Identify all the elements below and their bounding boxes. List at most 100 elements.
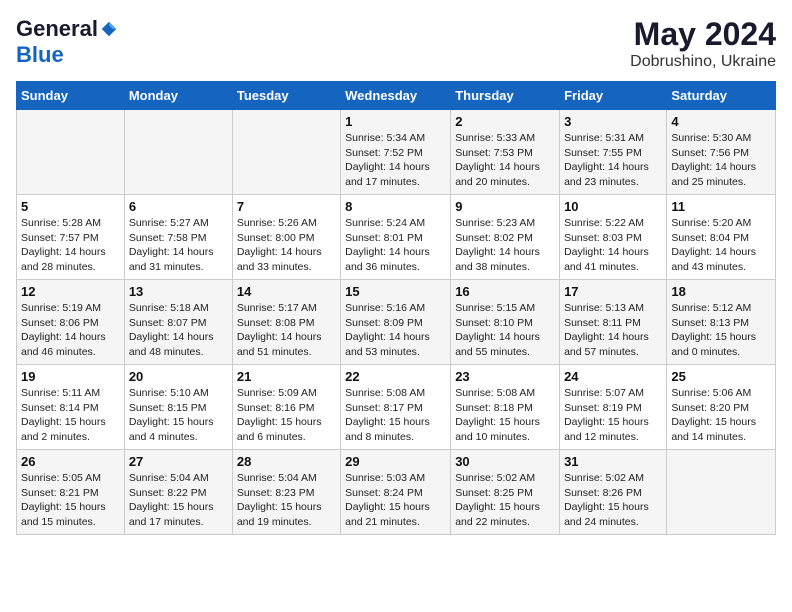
day-detail: Sunrise: 5:18 AM Sunset: 8:07 PM Dayligh… xyxy=(129,301,228,360)
day-detail: Sunrise: 5:20 AM Sunset: 8:04 PM Dayligh… xyxy=(671,216,771,275)
day-number: 29 xyxy=(345,454,446,469)
calendar-cell xyxy=(17,110,125,195)
calendar-cell: 10 Sunrise: 5:22 AM Sunset: 8:03 PM Dayl… xyxy=(560,195,667,280)
day-number: 11 xyxy=(671,199,771,214)
day-number: 25 xyxy=(671,369,771,384)
calendar-cell: 4 Sunrise: 5:30 AM Sunset: 7:56 PM Dayli… xyxy=(667,110,776,195)
day-detail: Sunrise: 5:30 AM Sunset: 7:56 PM Dayligh… xyxy=(671,131,771,190)
calendar-cell: 26 Sunrise: 5:05 AM Sunset: 8:21 PM Dayl… xyxy=(17,450,125,535)
day-detail: Sunrise: 5:02 AM Sunset: 8:26 PM Dayligh… xyxy=(564,471,662,530)
day-detail: Sunrise: 5:19 AM Sunset: 8:06 PM Dayligh… xyxy=(21,301,120,360)
day-number: 24 xyxy=(564,369,662,384)
day-detail: Sunrise: 5:08 AM Sunset: 8:18 PM Dayligh… xyxy=(455,386,555,445)
logo-blue: Blue xyxy=(16,42,118,68)
calendar-header-row: SundayMondayTuesdayWednesdayThursdayFrid… xyxy=(17,82,776,110)
day-detail: Sunrise: 5:11 AM Sunset: 8:14 PM Dayligh… xyxy=(21,386,120,445)
logo-icon xyxy=(100,20,118,38)
calendar-cell: 29 Sunrise: 5:03 AM Sunset: 8:24 PM Dayl… xyxy=(341,450,451,535)
day-number: 4 xyxy=(671,114,771,129)
calendar-cell xyxy=(124,110,232,195)
calendar-cell: 22 Sunrise: 5:08 AM Sunset: 8:17 PM Dayl… xyxy=(341,365,451,450)
day-number: 26 xyxy=(21,454,120,469)
calendar-cell: 1 Sunrise: 5:34 AM Sunset: 7:52 PM Dayli… xyxy=(341,110,451,195)
day-detail: Sunrise: 5:13 AM Sunset: 8:11 PM Dayligh… xyxy=(564,301,662,360)
calendar-cell: 17 Sunrise: 5:13 AM Sunset: 8:11 PM Dayl… xyxy=(560,280,667,365)
title-block: May 2024 Dobrushino, Ukraine xyxy=(630,16,776,71)
calendar-cell: 25 Sunrise: 5:06 AM Sunset: 8:20 PM Dayl… xyxy=(667,365,776,450)
day-detail: Sunrise: 5:27 AM Sunset: 7:58 PM Dayligh… xyxy=(129,216,228,275)
calendar-cell: 13 Sunrise: 5:18 AM Sunset: 8:07 PM Dayl… xyxy=(124,280,232,365)
day-detail: Sunrise: 5:10 AM Sunset: 8:15 PM Dayligh… xyxy=(129,386,228,445)
weekday-header: Monday xyxy=(124,82,232,110)
day-detail: Sunrise: 5:23 AM Sunset: 8:02 PM Dayligh… xyxy=(455,216,555,275)
logo-general: General xyxy=(16,16,98,42)
calendar-cell: 5 Sunrise: 5:28 AM Sunset: 7:57 PM Dayli… xyxy=(17,195,125,280)
page-header: General Blue May 2024 Dobrushino, Ukrain… xyxy=(16,16,776,71)
day-number: 30 xyxy=(455,454,555,469)
page-title: May 2024 xyxy=(630,16,776,53)
weekday-header: Tuesday xyxy=(232,82,340,110)
day-number: 18 xyxy=(671,284,771,299)
day-number: 9 xyxy=(455,199,555,214)
day-detail: Sunrise: 5:28 AM Sunset: 7:57 PM Dayligh… xyxy=(21,216,120,275)
weekday-header: Saturday xyxy=(667,82,776,110)
day-detail: Sunrise: 5:04 AM Sunset: 8:22 PM Dayligh… xyxy=(129,471,228,530)
day-detail: Sunrise: 5:16 AM Sunset: 8:09 PM Dayligh… xyxy=(345,301,446,360)
calendar-cell: 27 Sunrise: 5:04 AM Sunset: 8:22 PM Dayl… xyxy=(124,450,232,535)
day-number: 3 xyxy=(564,114,662,129)
day-detail: Sunrise: 5:15 AM Sunset: 8:10 PM Dayligh… xyxy=(455,301,555,360)
calendar-table: SundayMondayTuesdayWednesdayThursdayFrid… xyxy=(16,81,776,535)
calendar-week-row: 26 Sunrise: 5:05 AM Sunset: 8:21 PM Dayl… xyxy=(17,450,776,535)
day-detail: Sunrise: 5:22 AM Sunset: 8:03 PM Dayligh… xyxy=(564,216,662,275)
day-number: 16 xyxy=(455,284,555,299)
day-number: 21 xyxy=(237,369,336,384)
day-detail: Sunrise: 5:08 AM Sunset: 8:17 PM Dayligh… xyxy=(345,386,446,445)
calendar-cell: 3 Sunrise: 5:31 AM Sunset: 7:55 PM Dayli… xyxy=(560,110,667,195)
calendar-cell: 30 Sunrise: 5:02 AM Sunset: 8:25 PM Dayl… xyxy=(451,450,560,535)
weekday-header: Wednesday xyxy=(341,82,451,110)
day-number: 20 xyxy=(129,369,228,384)
page-subtitle: Dobrushino, Ukraine xyxy=(630,53,776,71)
day-detail: Sunrise: 5:04 AM Sunset: 8:23 PM Dayligh… xyxy=(237,471,336,530)
day-detail: Sunrise: 5:05 AM Sunset: 8:21 PM Dayligh… xyxy=(21,471,120,530)
day-number: 8 xyxy=(345,199,446,214)
calendar-cell: 15 Sunrise: 5:16 AM Sunset: 8:09 PM Dayl… xyxy=(341,280,451,365)
weekday-header: Friday xyxy=(560,82,667,110)
day-detail: Sunrise: 5:03 AM Sunset: 8:24 PM Dayligh… xyxy=(345,471,446,530)
calendar-cell xyxy=(667,450,776,535)
day-number: 14 xyxy=(237,284,336,299)
calendar-cell: 7 Sunrise: 5:26 AM Sunset: 8:00 PM Dayli… xyxy=(232,195,340,280)
day-number: 23 xyxy=(455,369,555,384)
day-number: 19 xyxy=(21,369,120,384)
calendar-cell: 9 Sunrise: 5:23 AM Sunset: 8:02 PM Dayli… xyxy=(451,195,560,280)
day-number: 12 xyxy=(21,284,120,299)
calendar-week-row: 19 Sunrise: 5:11 AM Sunset: 8:14 PM Dayl… xyxy=(17,365,776,450)
day-number: 5 xyxy=(21,199,120,214)
calendar-cell: 23 Sunrise: 5:08 AM Sunset: 8:18 PM Dayl… xyxy=(451,365,560,450)
day-detail: Sunrise: 5:31 AM Sunset: 7:55 PM Dayligh… xyxy=(564,131,662,190)
calendar-cell: 24 Sunrise: 5:07 AM Sunset: 8:19 PM Dayl… xyxy=(560,365,667,450)
calendar-cell: 12 Sunrise: 5:19 AM Sunset: 8:06 PM Dayl… xyxy=(17,280,125,365)
calendar-cell: 21 Sunrise: 5:09 AM Sunset: 8:16 PM Dayl… xyxy=(232,365,340,450)
day-number: 22 xyxy=(345,369,446,384)
calendar-cell: 8 Sunrise: 5:24 AM Sunset: 8:01 PM Dayli… xyxy=(341,195,451,280)
calendar-week-row: 1 Sunrise: 5:34 AM Sunset: 7:52 PM Dayli… xyxy=(17,110,776,195)
day-detail: Sunrise: 5:26 AM Sunset: 8:00 PM Dayligh… xyxy=(237,216,336,275)
day-detail: Sunrise: 5:33 AM Sunset: 7:53 PM Dayligh… xyxy=(455,131,555,190)
calendar-cell: 28 Sunrise: 5:04 AM Sunset: 8:23 PM Dayl… xyxy=(232,450,340,535)
calendar-cell: 14 Sunrise: 5:17 AM Sunset: 8:08 PM Dayl… xyxy=(232,280,340,365)
day-detail: Sunrise: 5:12 AM Sunset: 8:13 PM Dayligh… xyxy=(671,301,771,360)
calendar-cell: 18 Sunrise: 5:12 AM Sunset: 8:13 PM Dayl… xyxy=(667,280,776,365)
day-detail: Sunrise: 5:07 AM Sunset: 8:19 PM Dayligh… xyxy=(564,386,662,445)
logo: General Blue xyxy=(16,16,118,68)
day-number: 15 xyxy=(345,284,446,299)
day-number: 2 xyxy=(455,114,555,129)
calendar-cell: 2 Sunrise: 5:33 AM Sunset: 7:53 PM Dayli… xyxy=(451,110,560,195)
day-number: 28 xyxy=(237,454,336,469)
day-detail: Sunrise: 5:09 AM Sunset: 8:16 PM Dayligh… xyxy=(237,386,336,445)
day-number: 10 xyxy=(564,199,662,214)
calendar-cell: 19 Sunrise: 5:11 AM Sunset: 8:14 PM Dayl… xyxy=(17,365,125,450)
day-number: 27 xyxy=(129,454,228,469)
day-detail: Sunrise: 5:17 AM Sunset: 8:08 PM Dayligh… xyxy=(237,301,336,360)
day-number: 7 xyxy=(237,199,336,214)
